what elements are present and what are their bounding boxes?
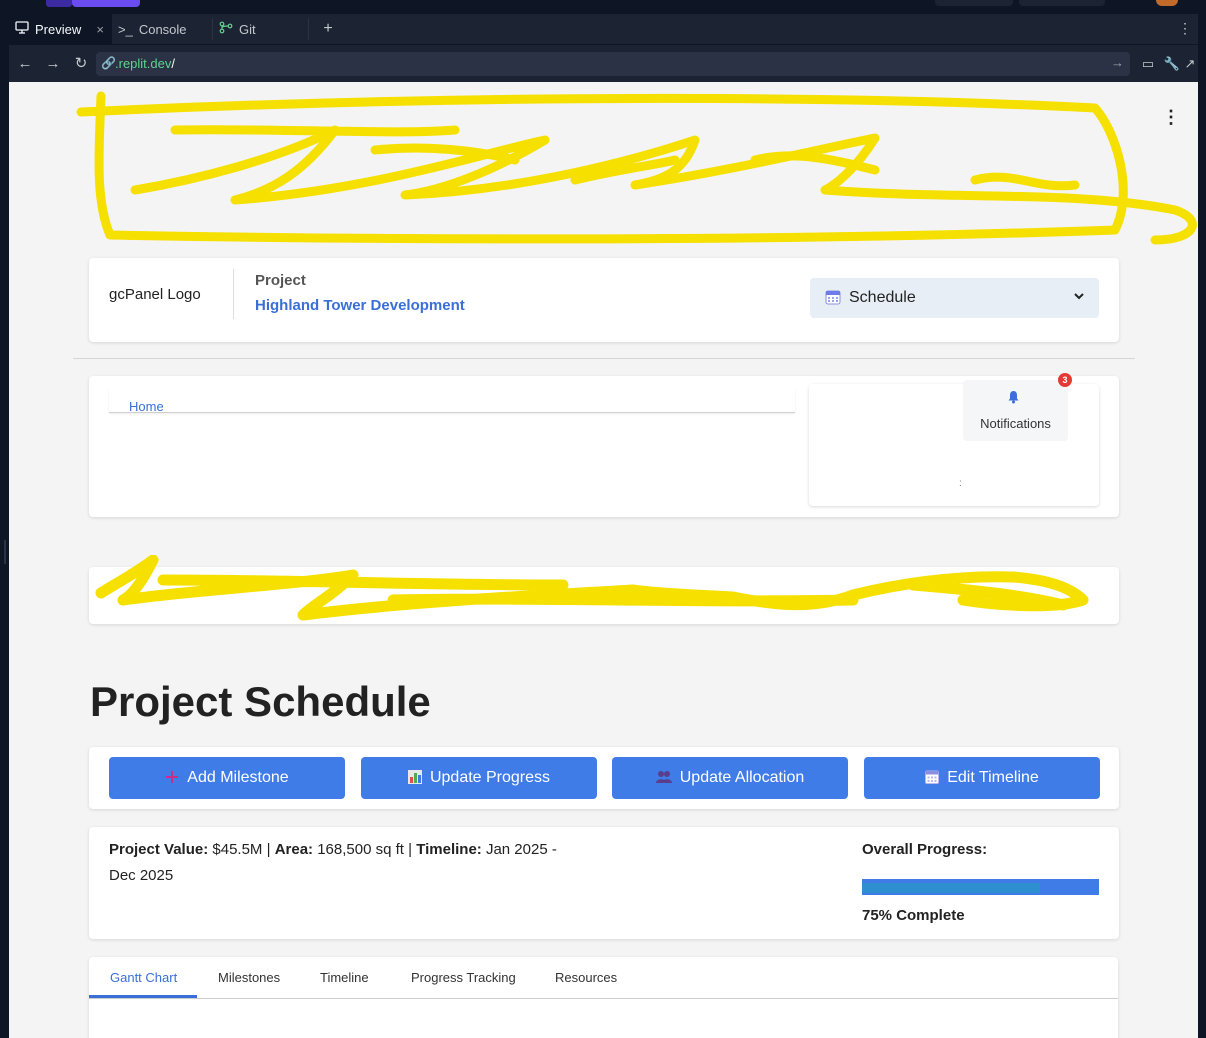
- header-divider: [233, 269, 234, 319]
- overall-progress-label: Overall Progress:: [862, 841, 988, 858]
- notification-dropdown-dots: :: [959, 478, 962, 489]
- update-allocation-button[interactable]: Update Allocation: [612, 757, 848, 799]
- browser-url-bar: ← → ↻ 🔗 .replit.dev/ → ▭ 🔧 ↗: [9, 44, 1198, 82]
- tab-git-label: Git: [239, 21, 256, 37]
- separator: |: [266, 841, 271, 858]
- tab-git[interactable]: Git: [213, 14, 308, 44]
- project-name-link[interactable]: Highland Tower Development: [255, 297, 465, 314]
- kebab-menu-icon[interactable]: ⋮: [1178, 20, 1192, 37]
- progress-bar: [862, 879, 1099, 895]
- chevron-down-icon: [1073, 289, 1085, 305]
- right-gutter: [1198, 14, 1206, 1038]
- gcpanel-logo: gcPanel Logo: [109, 286, 201, 303]
- close-icon[interactable]: ×: [96, 22, 104, 37]
- workspace-icon[interactable]: [46, 0, 72, 7]
- url-text: .replit.dev/: [115, 56, 175, 71]
- tab-timeline[interactable]: Timeline: [320, 970, 369, 985]
- tab-preview[interactable]: Preview ×: [9, 14, 112, 44]
- bell-icon: [1007, 390, 1020, 407]
- tab-progress-tracking[interactable]: Progress Tracking: [411, 970, 516, 985]
- page-menu-icon[interactable]: ⋮: [1162, 108, 1180, 126]
- progress-text: 75% Complete: [862, 907, 965, 924]
- external-link-icon[interactable]: ↗: [1181, 55, 1199, 73]
- git-branch-icon: [219, 21, 233, 37]
- update-progress-label: Update Progress: [429, 769, 551, 786]
- breadcrumb-home-link[interactable]: Home: [129, 399, 164, 414]
- tab-milestones[interactable]: Milestones: [218, 970, 280, 985]
- window-title-strip: [0, 0, 1206, 14]
- toolbar-button[interactable]: [935, 0, 1013, 6]
- project-info-card: Project Value: $45.5M | Area: 168,500 sq…: [89, 827, 1119, 939]
- link-icon: 🔗: [101, 56, 116, 70]
- redacted-card: [89, 555, 1119, 624]
- chart-icon: [407, 769, 422, 787]
- project-value: $45.5M: [212, 841, 263, 858]
- forward-arrow-icon[interactable]: →: [43, 54, 63, 74]
- left-gutter: [0, 0, 9, 1038]
- wrench-icon[interactable]: 🔧: [1163, 55, 1181, 73]
- people-icon: [655, 770, 672, 787]
- plus-icon: [165, 770, 179, 787]
- tab-preview-label: Preview: [35, 21, 82, 37]
- terminal-icon: >_: [118, 21, 133, 37]
- view-select-dropdown[interactable]: Schedule: [810, 278, 1099, 318]
- resize-handle[interactable]: [4, 540, 6, 564]
- reload-icon[interactable]: ↻: [71, 54, 91, 74]
- notifications-label: Notifications: [980, 416, 1051, 431]
- project-header-card: gcPanel Logo Project Highland Tower Deve…: [89, 258, 1119, 342]
- timeline-label: Timeline:: [416, 841, 482, 858]
- schedule-tabs-card: Gantt Chart Milestones Timeline Progress…: [89, 957, 1118, 1038]
- back-arrow-icon[interactable]: ←: [15, 54, 35, 74]
- monitor-icon: [15, 21, 29, 37]
- section-divider: [73, 358, 1135, 359]
- project-value-label: Project Value:: [109, 841, 209, 858]
- preview-viewport: ⋮ gcPanel Logo Project Highland Tower De…: [9, 82, 1198, 1038]
- tab-gantt-chart[interactable]: Gantt Chart: [110, 970, 177, 985]
- page-title: Project Schedule: [90, 678, 431, 725]
- toolbar-button[interactable]: [1019, 0, 1105, 6]
- calendar-icon: [925, 770, 940, 787]
- update-allocation-label: Update Allocation: [679, 769, 805, 786]
- update-progress-button[interactable]: Update Progress: [361, 757, 597, 799]
- redaction-scribble: [95, 555, 1089, 621]
- ide-tab-bar: Preview × >_ Console Git + ⋮: [9, 14, 1198, 44]
- area-value: 168,500 sq ft: [317, 841, 404, 858]
- calendar-icon: [825, 290, 841, 305]
- tabs-baseline: [89, 998, 1118, 999]
- notification-count-badge: 3: [1058, 373, 1072, 387]
- active-tab-indicator: [89, 995, 197, 998]
- breadcrumb: Home: [109, 388, 795, 414]
- devices-icon[interactable]: ▭: [1139, 55, 1157, 73]
- tab-resources[interactable]: Resources: [555, 970, 617, 985]
- area-label: Area:: [274, 841, 314, 858]
- edit-timeline-button[interactable]: Edit Timeline: [864, 757, 1100, 799]
- tab-console-label: Console: [138, 21, 187, 37]
- project-label: Project: [255, 272, 306, 289]
- url-input[interactable]: 🔗 .replit.dev/ →: [96, 52, 1130, 76]
- tab-console[interactable]: >_ Console: [112, 14, 212, 44]
- add-tab-button[interactable]: +: [317, 18, 339, 40]
- add-milestone-label: Add Milestone: [187, 769, 289, 786]
- user-avatar[interactable]: [1156, 0, 1178, 6]
- edit-timeline-label: Edit Timeline: [947, 769, 1039, 786]
- redaction-scribble: [76, 91, 1197, 245]
- view-select-value: Schedule: [849, 289, 916, 306]
- separator: |: [408, 841, 413, 858]
- go-arrow-icon[interactable]: →: [1111, 55, 1124, 70]
- progress-bar-fill: [862, 883, 1040, 893]
- action-bar: Add Milestone Update Progress Update All…: [89, 747, 1119, 809]
- tab-divider: [308, 18, 309, 40]
- notifications-button[interactable]: Notifications 3: [963, 373, 1072, 441]
- run-button[interactable]: [72, 0, 140, 7]
- add-milestone-button[interactable]: Add Milestone: [109, 757, 345, 799]
- notifications-panel: Notifications 3 :: [809, 373, 1099, 506]
- nav-card: Home Notifications 3 :: [89, 373, 1119, 517]
- project-summary: Project Value: $45.5M | Area: 168,500 sq…: [109, 837, 579, 889]
